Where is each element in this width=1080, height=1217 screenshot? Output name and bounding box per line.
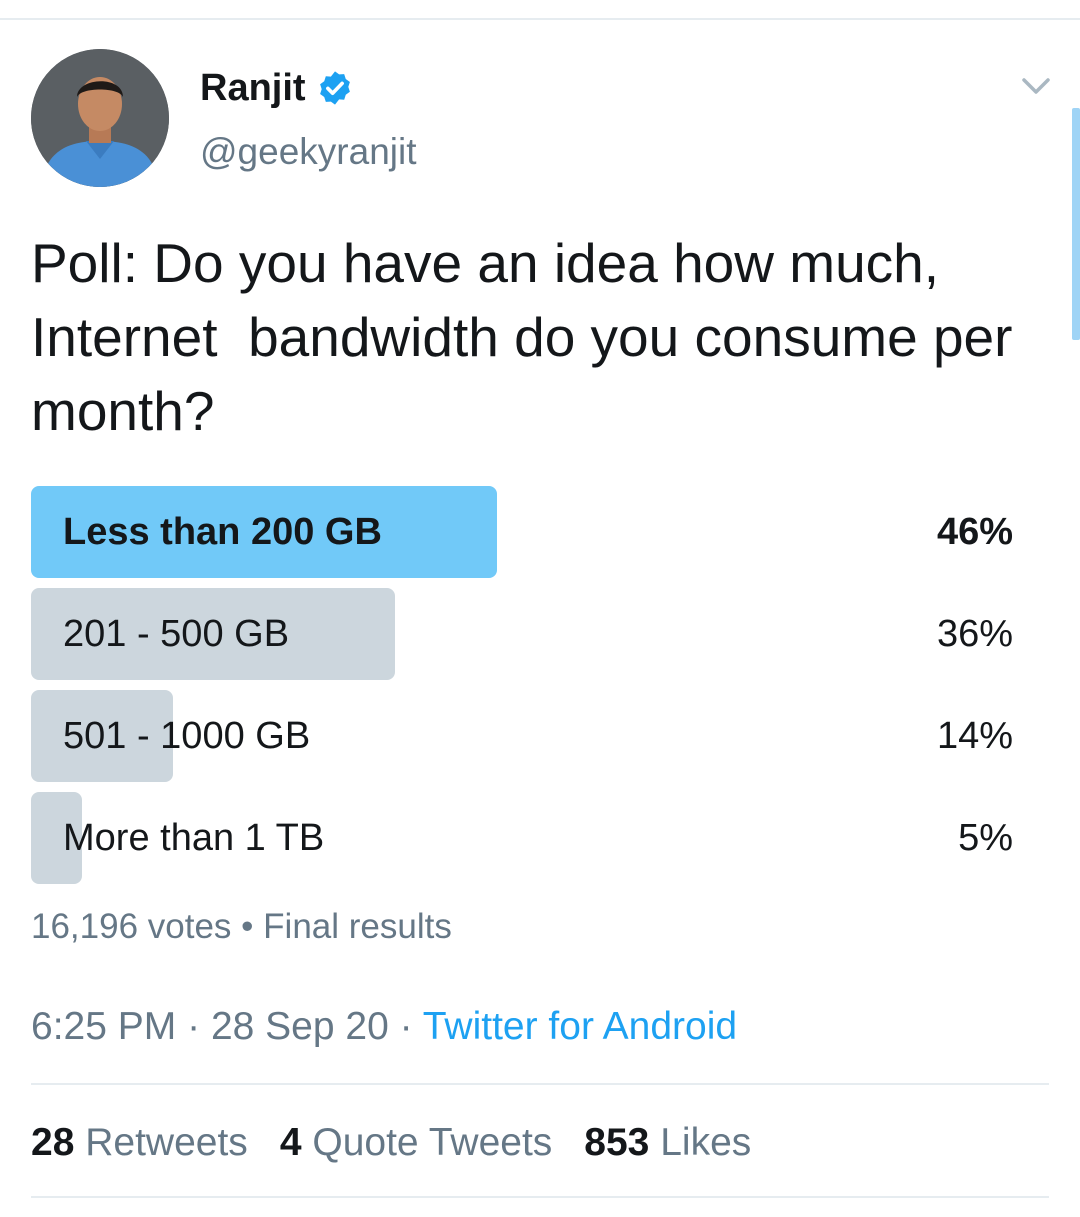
poll-vote-count: 16,196 votes [31, 907, 232, 946]
retweets-stat[interactable]: 28 Retweets [31, 1118, 248, 1168]
quote-tweets-label: Quote Tweets [312, 1121, 553, 1164]
divider [31, 1196, 1049, 1198]
poll-meta: 16,196 votes • Final results [31, 903, 452, 951]
poll-option-label: More than 1 TB [63, 817, 325, 859]
poll-option: More than 1 TB 5% [31, 792, 1013, 884]
scrollbar[interactable] [1072, 108, 1080, 340]
top-divider [0, 18, 1080, 20]
avatar[interactable] [31, 49, 169, 187]
source-link[interactable]: Twitter for Android [423, 1005, 737, 1048]
poll-option-percent: 14% [936, 715, 1013, 757]
quote-tweets-stat[interactable]: 4 Quote Tweets [280, 1118, 552, 1168]
poll-meta-separator: • [241, 907, 254, 946]
author-handle[interactable]: @geekyranjit [200, 128, 417, 176]
poll-option-label: 201 - 500 GB [63, 613, 290, 655]
dot-separator: · [399, 1005, 413, 1048]
poll-option: 201 - 500 GB 36% [31, 588, 1013, 680]
verified-badge-icon [319, 71, 350, 105]
poll-option-percent: 36% [936, 613, 1013, 655]
likes-count: 853 [584, 1121, 650, 1164]
engagement-stats: 28 Retweets 4 Quote Tweets 853 Likes [31, 1118, 751, 1168]
poll-option-percent: 46% [936, 511, 1013, 553]
likes-stat[interactable]: 853 Likes [584, 1118, 751, 1168]
likes-label: Likes [660, 1121, 752, 1164]
poll-option: Less than 200 GB 46% [31, 486, 1013, 578]
timestamp-row: 6:25 PM · 28 Sep 20 · Twitter for Androi… [31, 1002, 737, 1052]
poll-option-percent: 5% [958, 817, 1013, 859]
author-name-row[interactable]: Ranjit [200, 64, 354, 112]
chevron-down-icon[interactable] [1018, 72, 1054, 100]
tweet-date: 28 Sep 20 [210, 1005, 389, 1048]
dot-separator: · [187, 1005, 201, 1048]
poll-option-label: 501 - 1000 GB [63, 715, 311, 757]
poll-option-label: Less than 200 GB [63, 511, 382, 553]
author-display-name[interactable]: Ranjit [200, 64, 306, 112]
tweet-text: Poll: Do you have an idea how much, Inte… [31, 232, 1013, 442]
divider [31, 1083, 1049, 1085]
quote-tweets-count: 4 [279, 1121, 302, 1164]
retweets-label: Retweets [85, 1121, 248, 1164]
poll: Less than 200 GB 46% 201 - 500 GB 36% 50… [31, 486, 1013, 894]
poll-option: 501 - 1000 GB 14% [31, 690, 1013, 782]
retweets-count: 28 [31, 1121, 75, 1164]
poll-status: Final results [263, 907, 452, 946]
tweet-time: 6:25 PM [31, 1005, 177, 1048]
person-avatar-icon [31, 49, 169, 187]
